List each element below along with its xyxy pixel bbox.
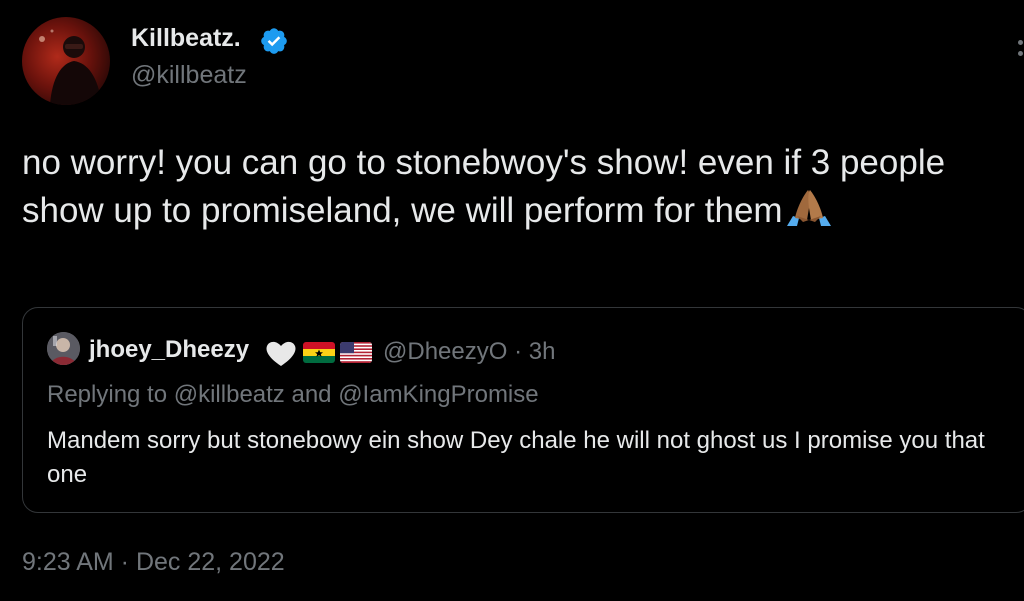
quoted-handle-time[interactable]: @DheezyO · 3h xyxy=(383,338,555,366)
more-options-icon[interactable] xyxy=(1012,40,1024,80)
replying-to: Replying to @killbeatz and @IamKingPromi… xyxy=(47,381,539,408)
tweet-card: Killbeatz. @killbeatz no worry! you can … xyxy=(0,0,1024,601)
author-avatar[interactable] xyxy=(22,17,110,105)
ghana-flag-icon xyxy=(303,342,335,363)
quoted-tweet[interactable]: jhoey_Dheezy @DheezyO · 3h Replying to @… xyxy=(22,307,1024,513)
tweet-timestamp[interactable]: 9:23 AM · Dec 22, 2022 xyxy=(22,548,285,577)
tweet-text: no worry! you can go to stonebwoy's show… xyxy=(22,139,1012,234)
quoted-author-avatar[interactable] xyxy=(47,332,80,365)
white-heart-icon xyxy=(263,338,299,368)
verified-badge-icon xyxy=(259,26,289,56)
quoted-tweet-text: Mandem sorry but stonebowy ein show Dey … xyxy=(47,427,985,488)
author-display-name[interactable]: Killbeatz. xyxy=(131,24,241,53)
author-handle[interactable]: @killbeatz xyxy=(131,61,247,90)
us-flag-icon xyxy=(340,342,372,363)
quoted-display-name[interactable]: jhoey_Dheezy xyxy=(89,336,249,364)
folded-hands-icon xyxy=(783,186,835,226)
